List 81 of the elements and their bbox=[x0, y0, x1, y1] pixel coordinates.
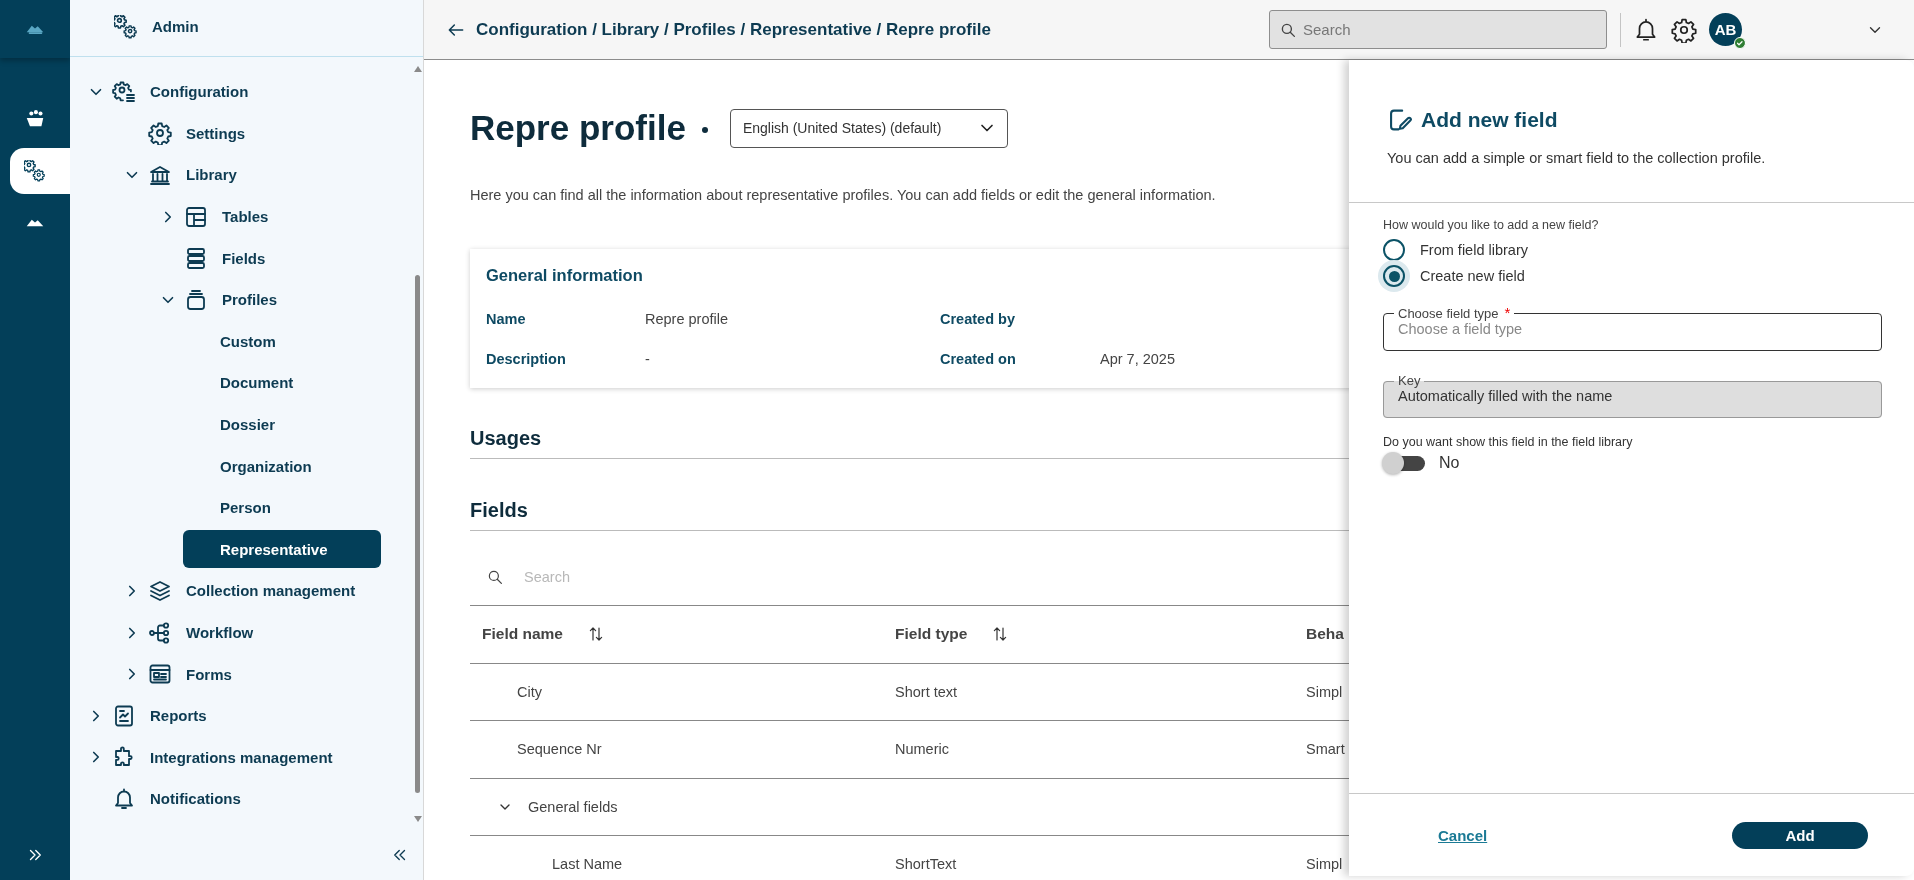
add-button[interactable]: Add bbox=[1732, 821, 1868, 849]
bank-icon bbox=[148, 163, 172, 187]
configuration-gear-icon bbox=[112, 79, 136, 104]
radio-label[interactable]: From field library bbox=[1420, 242, 1528, 258]
required-mark: * bbox=[1504, 304, 1511, 321]
column-header[interactable]: Field type bbox=[895, 625, 968, 644]
table-cell: ShortText bbox=[895, 856, 957, 873]
sidebar-title: Admin bbox=[152, 18, 199, 35]
sidebar-item[interactable]: Collection management bbox=[182, 580, 360, 602]
toggle-switch[interactable] bbox=[1383, 455, 1425, 471]
page-title: Repre profile bbox=[470, 108, 686, 148]
search-icon bbox=[486, 568, 504, 586]
sidebar-item[interactable]: Dossier bbox=[183, 405, 381, 444]
sidebar-item[interactable]: Representative bbox=[183, 530, 381, 569]
sidebar-item[interactable]: Organization bbox=[183, 447, 381, 486]
gears-icon bbox=[114, 14, 138, 39]
toggle-value: No bbox=[1439, 454, 1460, 472]
page-description: Here you can find all the information about representative profiles. You can add fields or edit the general information. bbox=[470, 186, 1217, 205]
sidebar-item[interactable]: Workflow bbox=[182, 622, 258, 643]
column-header[interactable]: Field name bbox=[482, 625, 563, 644]
sidebar-item[interactable]: Reports bbox=[146, 705, 211, 727]
key-field: Key Automatically filled with the name bbox=[1383, 374, 1882, 418]
info-label: Name bbox=[486, 311, 527, 327]
info-value: Apr 7, 2025 bbox=[1100, 351, 1176, 367]
sidebar-item[interactable]: Notifications bbox=[146, 788, 245, 810]
sidebar-item[interactable]: Settings bbox=[182, 122, 250, 144]
stacked-cards-icon bbox=[184, 287, 208, 312]
table-cell: City bbox=[517, 683, 542, 700]
stacked-rows-icon bbox=[184, 246, 208, 271]
info-label: Created on bbox=[940, 351, 1017, 367]
card-title: General information bbox=[486, 265, 644, 286]
column-header: Beha bbox=[1306, 625, 1344, 644]
sidebar-item[interactable]: Tables bbox=[218, 206, 273, 228]
group-label: General fields bbox=[528, 798, 618, 815]
sidebar-item[interactable]: Forms bbox=[182, 663, 236, 685]
panel-subtitle: You can add a simple or smart field to the collection profile. bbox=[1387, 149, 1767, 168]
gears-icon bbox=[24, 160, 46, 182]
sidebar-item[interactable]: Profiles bbox=[218, 289, 282, 311]
table-cell: Short text bbox=[895, 683, 958, 700]
section-title: Usages bbox=[470, 425, 1349, 459]
report-chart-icon bbox=[112, 703, 136, 728]
radio-button[interactable] bbox=[1378, 260, 1410, 292]
dot-icon bbox=[701, 127, 708, 133]
sidebar-item[interactable]: Fields bbox=[218, 247, 270, 269]
search-field[interactable]: Search bbox=[1269, 10, 1607, 49]
field-label: Choose field type bbox=[1398, 306, 1499, 321]
table-cell: Simpl bbox=[1306, 856, 1343, 873]
bell-icon bbox=[112, 786, 136, 811]
field-type-dropdown[interactable]: Choose field type * Choose a field type bbox=[1383, 306, 1882, 351]
table-cell: Simpl bbox=[1306, 683, 1343, 700]
cancel-link[interactable]: Cancel bbox=[1438, 826, 1488, 844]
question-label: How would you like to add a new field? bbox=[1383, 217, 1600, 233]
info-label: Description bbox=[486, 351, 567, 367]
info-label: Created by bbox=[940, 311, 1016, 327]
section-title: Fields bbox=[470, 497, 1349, 531]
info-value: - bbox=[645, 351, 651, 367]
table-cell: Numeric bbox=[895, 741, 949, 758]
sidebar-item[interactable]: Configuration bbox=[146, 81, 253, 103]
rail-tab[interactable] bbox=[10, 148, 70, 194]
table-cell: Last Name bbox=[552, 856, 623, 873]
table-icon bbox=[184, 204, 208, 229]
table-cell: Smart bbox=[1306, 741, 1345, 758]
field-label: Key bbox=[1398, 373, 1421, 388]
language-dropdown[interactable]: English (United States) (default) bbox=[729, 108, 1008, 148]
sidebar-item[interactable]: Person bbox=[183, 488, 381, 527]
toggle-label: Do you want show this field in the field library bbox=[1383, 434, 1634, 450]
info-value: Repre profile bbox=[645, 311, 729, 327]
check-badge-icon bbox=[1734, 37, 1746, 49]
sidebar-item[interactable]: Library bbox=[182, 164, 241, 186]
sidebar-item[interactable]: Integrations management bbox=[146, 746, 337, 768]
flow-diagram-icon bbox=[148, 620, 172, 645]
panel-title: Add new field bbox=[1421, 108, 1558, 132]
sidebar-item[interactable]: Custom bbox=[183, 322, 381, 361]
table-cell: Sequence Nr bbox=[517, 741, 602, 758]
settings-icon bbox=[148, 121, 172, 146]
radio-label[interactable]: Create new field bbox=[1420, 268, 1525, 284]
settings-icon[interactable] bbox=[1671, 16, 1697, 43]
breadcrumb: Configuration / Library / Profiles / Representative / Repre profile bbox=[476, 19, 991, 40]
layers-icon bbox=[148, 578, 172, 603]
scrollbar[interactable] bbox=[413, 66, 422, 822]
sidebar-item[interactable]: Document bbox=[183, 363, 381, 402]
